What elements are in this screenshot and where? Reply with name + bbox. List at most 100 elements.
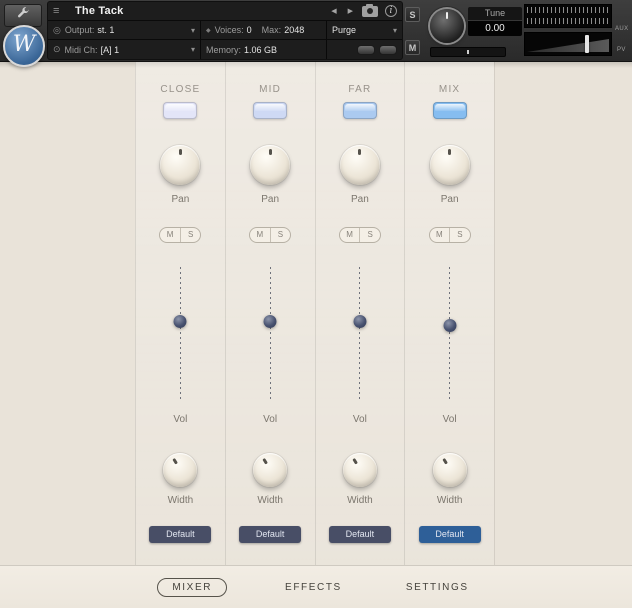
mute-button[interactable]: M xyxy=(160,228,180,242)
channel-label: MIX xyxy=(439,84,460,95)
tab-settings[interactable]: SETTINGS xyxy=(400,578,475,597)
width-label: Width xyxy=(257,495,283,506)
midi-icon: ⊙ xyxy=(53,44,61,55)
knob-pointer xyxy=(247,447,294,494)
width-knob[interactable] xyxy=(163,453,197,487)
info-icon[interactable]: i xyxy=(385,5,397,17)
volume-fader-handle[interactable] xyxy=(585,35,589,53)
width-knob[interactable] xyxy=(433,453,467,487)
output-dropdown[interactable]: ◎ Output: st. 1 ▾ xyxy=(48,21,200,39)
slider-handle[interactable] xyxy=(264,315,277,328)
midi-value: [A] 1 xyxy=(101,45,120,55)
channel-led-button[interactable] xyxy=(163,102,197,119)
slider-track xyxy=(270,267,271,401)
aux-button[interactable]: AUX xyxy=(615,26,629,32)
default-button[interactable]: Default xyxy=(419,526,481,543)
voices-value: 0 xyxy=(247,25,252,35)
wrench-button[interactable] xyxy=(4,4,42,27)
output-label: Output: xyxy=(65,25,95,35)
voices-display: ◆ Voices: 0 Max: 2048 xyxy=(200,21,326,39)
channel-led-button[interactable] xyxy=(433,102,467,119)
slider-handle[interactable] xyxy=(443,319,456,332)
width-label: Width xyxy=(168,495,194,506)
solo-button[interactable]: S xyxy=(359,228,380,242)
solo-button[interactable]: S xyxy=(405,7,420,22)
pan-knob[interactable] xyxy=(340,145,380,185)
knob-pointer xyxy=(336,447,383,494)
prev-instrument-icon[interactable]: ◀ xyxy=(329,5,338,17)
instrument-title: The Tack xyxy=(75,5,123,17)
volume-slider[interactable] xyxy=(443,267,457,401)
next-instrument-icon[interactable]: ▶ xyxy=(346,5,355,17)
default-button[interactable]: Default xyxy=(329,526,391,543)
pan-slider-handle[interactable] xyxy=(467,50,469,54)
knob-pointer xyxy=(446,12,448,19)
pan-label: Pan xyxy=(351,194,369,205)
channel-led-button[interactable] xyxy=(343,102,377,119)
wrench-icon xyxy=(16,6,30,25)
width-label: Width xyxy=(347,495,373,506)
wavesfactory-logo: W xyxy=(3,25,45,67)
snapshot-camera-icon[interactable] xyxy=(362,6,378,17)
channel-strip-mid: MID Pan M S Vol Width Default xyxy=(225,62,315,565)
knob-pointer xyxy=(160,145,200,185)
output-value: st. 1 xyxy=(97,25,114,35)
pan-slider[interactable] xyxy=(430,47,506,57)
purge-dropdown[interactable]: Purge ▾ xyxy=(326,21,402,39)
memory-value: 1.06 GB xyxy=(244,45,277,55)
solo-button[interactable]: S xyxy=(270,228,291,242)
volume-slider[interactable] xyxy=(353,267,367,401)
max-value: 2048 xyxy=(284,25,304,35)
mixer-panel: CLOSE Pan M S Vol Width Default M xyxy=(0,62,632,565)
mute-solo-group: M S xyxy=(339,227,381,243)
tune-readout: Tune 0.00 xyxy=(468,7,522,36)
knob-pointer xyxy=(250,145,290,185)
pan-knob[interactable] xyxy=(160,145,200,185)
kontakt-header: W ≡ The Tack ◀ ▶ i ◎ Output: st. 1 ▾ xyxy=(0,0,632,62)
default-button[interactable]: Default xyxy=(239,526,301,543)
led-indicator xyxy=(379,45,397,55)
pan-knob[interactable] xyxy=(430,145,470,185)
memory-display: Memory: 1.06 GB xyxy=(200,40,326,59)
plugin-window: W ≡ The Tack ◀ ▶ i ◎ Output: st. 1 ▾ xyxy=(0,0,632,608)
channel-led-button[interactable] xyxy=(253,102,287,119)
channel-strip-close: CLOSE Pan M S Vol Width Default xyxy=(135,62,225,565)
solo-button[interactable]: S xyxy=(180,228,201,242)
max-label: Max: xyxy=(262,25,282,35)
level-meter xyxy=(524,4,612,28)
midi-channel-dropdown[interactable]: ⊙ Midi Ch: [A] 1 ▾ xyxy=(48,40,200,59)
volume-slider[interactable] xyxy=(173,267,187,401)
width-knob[interactable] xyxy=(343,453,377,487)
voices-icon: ◆ xyxy=(206,27,211,34)
volume-slider[interactable] xyxy=(263,267,277,401)
status-led-area xyxy=(326,40,402,59)
default-button[interactable]: Default xyxy=(149,526,211,543)
channel-strips: CLOSE Pan M S Vol Width Default M xyxy=(135,62,495,565)
slider-track xyxy=(180,267,181,401)
mute-button[interactable]: M xyxy=(340,228,360,242)
chevron-down-icon: ▾ xyxy=(191,45,195,54)
mute-button[interactable]: M xyxy=(250,228,270,242)
volume-fader[interactable] xyxy=(524,32,612,56)
solo-button[interactable]: S xyxy=(449,228,470,242)
knob-pointer xyxy=(340,145,380,185)
mute-button[interactable]: M xyxy=(430,228,450,242)
mute-solo-group: M S xyxy=(429,227,471,243)
chevron-down-icon: ▾ xyxy=(393,26,397,35)
memory-label: Memory: xyxy=(206,45,241,55)
tune-value[interactable]: 0.00 xyxy=(468,21,522,36)
pv-button[interactable]: PV xyxy=(617,47,626,53)
knob-pointer xyxy=(157,447,204,494)
tab-mixer[interactable]: MIXER xyxy=(157,578,227,597)
vol-label: Vol xyxy=(173,414,187,425)
channel-label: FAR xyxy=(348,84,371,95)
tune-knob[interactable] xyxy=(430,9,464,43)
mute-solo-group: M S xyxy=(249,227,291,243)
pan-knob[interactable] xyxy=(250,145,290,185)
slider-handle[interactable] xyxy=(353,315,366,328)
width-knob[interactable] xyxy=(253,453,287,487)
mute-button[interactable]: M xyxy=(405,40,420,55)
instrument-menu-icon[interactable]: ≡ xyxy=(53,5,67,17)
tab-effects[interactable]: EFFECTS xyxy=(279,578,348,597)
slider-handle[interactable] xyxy=(174,315,187,328)
